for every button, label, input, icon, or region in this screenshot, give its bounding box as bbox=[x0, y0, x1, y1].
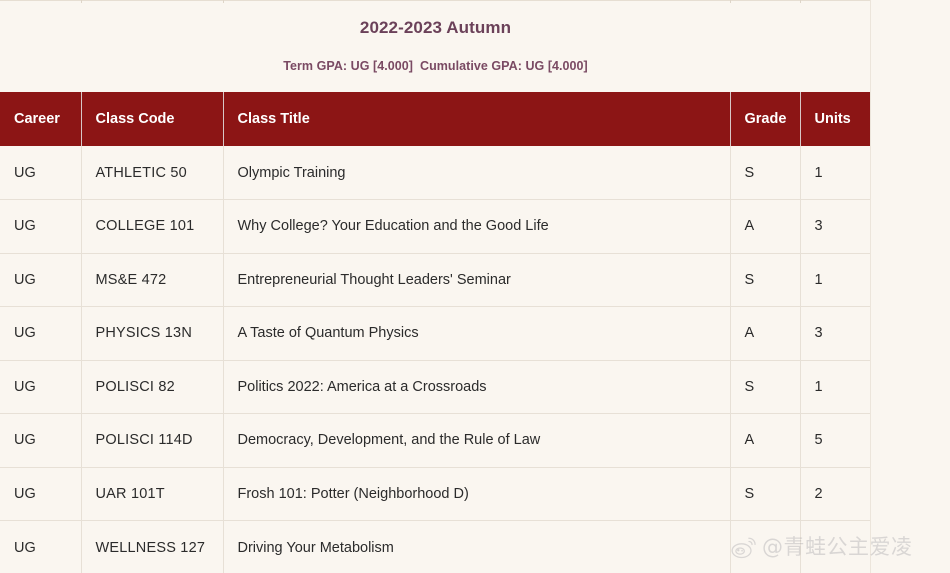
cell-units: 5 bbox=[800, 413, 871, 468]
cell-grade: A bbox=[730, 306, 801, 361]
cell-class-code: POLISCI 114D bbox=[81, 413, 224, 468]
cell-class-code: COLLEGE 101 bbox=[81, 199, 224, 254]
term-gpa-summary: Term GPA: UG [4.000] Cumulative GPA: UG … bbox=[283, 59, 588, 73]
cell-career: UG bbox=[0, 199, 82, 254]
term-title: 2022-2023 Autumn bbox=[359, 18, 512, 37]
cell-units: 3 bbox=[800, 199, 871, 254]
column-header-grade[interactable]: Grade bbox=[730, 92, 801, 146]
cell-units: 3 bbox=[800, 306, 871, 361]
table-row[interactable]: UG POLISCI 114D Democracy, Development, an… bbox=[0, 413, 871, 468]
cell-units: 1 bbox=[800, 360, 871, 414]
table-row[interactable]: UG PHYSICS 13N A Taste of Quantum Physics A… bbox=[0, 306, 871, 361]
table-row[interactable]: UG MS&E 472 Entrepreneurial Thought Leader… bbox=[0, 253, 871, 307]
column-header-class-title[interactable]: Class Title bbox=[223, 92, 731, 146]
cell-class-code: PHYSICS 13N bbox=[81, 306, 224, 361]
cell-class-title: Driving Your Metabolism bbox=[223, 520, 731, 573]
cell-grade: S bbox=[730, 253, 801, 307]
cell-class-title: Olympic Training bbox=[223, 146, 731, 200]
cell-grade: S bbox=[730, 467, 801, 521]
cell-units bbox=[800, 520, 871, 573]
column-header-career[interactable]: Career bbox=[0, 92, 82, 146]
cell-grade: A bbox=[730, 199, 801, 254]
table-header-row: Career Class Code Class Title Grade Unit… bbox=[0, 92, 871, 146]
cell-career: UG bbox=[0, 467, 82, 521]
cell-class-title: Entrepreneurial Thought Leaders' Seminar bbox=[223, 253, 731, 307]
cell-class-title: Democracy, Development, and the Rule of … bbox=[223, 413, 731, 468]
cell-class-code: UAR 101T bbox=[81, 467, 224, 521]
cell-career: UG bbox=[0, 146, 82, 200]
table-row[interactable]: UG UAR 101T Frosh 101: Potter (Neighborhoo… bbox=[0, 467, 871, 521]
cell-grade: S bbox=[730, 146, 801, 200]
column-header-units[interactable]: Units bbox=[800, 92, 871, 146]
cell-class-title: Why College? Your Education and the Good… bbox=[223, 199, 731, 254]
cell-class-title: Politics 2022: America at a Crossroads bbox=[223, 360, 731, 414]
cell-class-title: Frosh 101: Potter (Neighborhood D) bbox=[223, 467, 731, 521]
table-row[interactable]: UG POLISCI 82 Politics 2022: America at a … bbox=[0, 360, 871, 414]
cell-class-code: WELLNESS 127 bbox=[81, 520, 224, 573]
transcript-page: 2022-2023 Autumn Term GPA: UG [4.000] Cu… bbox=[0, 0, 950, 573]
cell-units: 1 bbox=[800, 253, 871, 307]
cell-grade bbox=[730, 520, 801, 573]
cell-units: 1 bbox=[800, 146, 871, 200]
cell-units: 2 bbox=[800, 467, 871, 521]
table-row[interactable]: UG ATHLETIC 50 Olympic Training S 1 bbox=[0, 146, 871, 200]
cell-class-code: MS&E 472 bbox=[81, 253, 224, 307]
table-right-edge-rule bbox=[870, 0, 871, 573]
cell-career: UG bbox=[0, 253, 82, 307]
cell-grade: A bbox=[730, 413, 801, 468]
cell-class-code: ATHLETIC 50 bbox=[81, 146, 224, 200]
cell-career: UG bbox=[0, 306, 82, 361]
cell-career: UG bbox=[0, 360, 82, 414]
table-row[interactable]: UG WELLNESS 127 Driving Your Metabolism bbox=[0, 520, 871, 573]
column-header-class-code[interactable]: Class Code bbox=[81, 92, 224, 146]
term-header: 2022-2023 Autumn Term GPA: UG [4.000] Cu… bbox=[0, 3, 871, 92]
cell-class-title: A Taste of Quantum Physics bbox=[223, 306, 731, 361]
cell-class-code: POLISCI 82 bbox=[81, 360, 224, 414]
cell-career: UG bbox=[0, 413, 82, 468]
table-body: UG ATHLETIC 50 Olympic Training S 1 UG COLLEGE… bbox=[0, 146, 871, 573]
cell-career: UG bbox=[0, 520, 82, 573]
cell-grade: S bbox=[730, 360, 801, 414]
table-row[interactable]: UG COLLEGE 101 Why College? Your Education… bbox=[0, 199, 871, 254]
course-grades-table: Career Class Code Class Title Grade Unit… bbox=[0, 92, 871, 573]
